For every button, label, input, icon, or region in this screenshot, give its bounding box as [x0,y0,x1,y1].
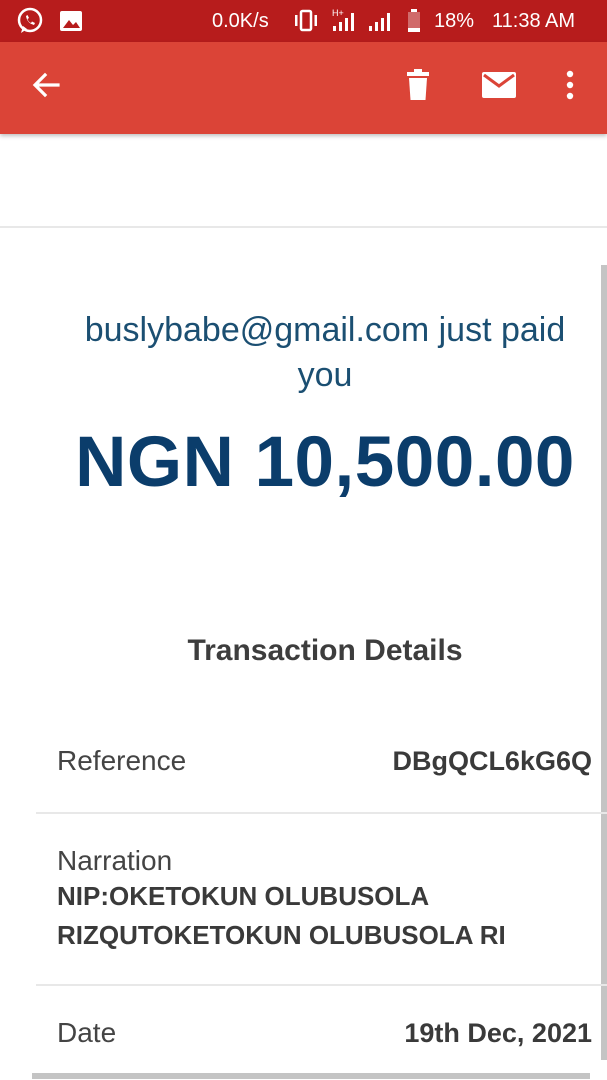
gallery-icon [58,6,84,41]
signal-icon [367,6,397,41]
mail-icon [481,71,517,104]
back-arrow-icon [30,69,62,106]
more-options-button[interactable] [547,64,593,110]
transaction-details-title: Transaction Details [187,634,463,667]
battery-percent: 18% [434,10,475,32]
network-speed: 0.0K/s [212,10,269,32]
narration-line1: NIP:OKETOKUN OLUBUSOLA [57,881,430,911]
vibrate-icon [291,6,321,41]
payment-amount: NGN 10,500.00 [75,423,575,502]
hplus-signal-icon: H+ [331,6,361,41]
delete-icon [404,68,432,107]
paid-message: buslybabe@gmail.com just paid you [0,308,607,398]
narration-line2: RIZQUTOKETOKUN OLUBUSOLA RI [57,920,506,950]
date-label: Date [57,1017,117,1048]
whatsapp-icon [15,6,45,41]
paid-message-line1: buslybabe@gmail.com just paid [84,311,566,349]
status-bar: 0.0K/s H+ 18% 11:38 AM [0,0,607,42]
mark-unread-button[interactable] [476,64,522,110]
delete-button[interactable] [395,64,441,110]
horizontal-scrollbar[interactable] [32,1073,590,1079]
reference-label: Reference [57,745,187,776]
more-vert-icon [565,69,575,106]
clock: 11:38 AM [492,10,576,32]
app-bar [0,42,607,134]
paid-message-line2: you [297,356,353,394]
narration-value: NIP:OKETOKUN OLUBUSOLA RIZQUTOKETOKUN OL… [57,877,506,955]
battery-icon [405,6,423,41]
row-divider [36,812,607,814]
narration-label: Narration [57,845,173,876]
header-divider [0,226,607,228]
reference-value: DBgQCL6kG6Q [392,746,592,776]
date-value: 19th Dec, 2021 [404,1018,592,1048]
back-button[interactable] [23,64,69,110]
row-divider [36,984,607,986]
svg-text:H+: H+ [332,8,344,18]
